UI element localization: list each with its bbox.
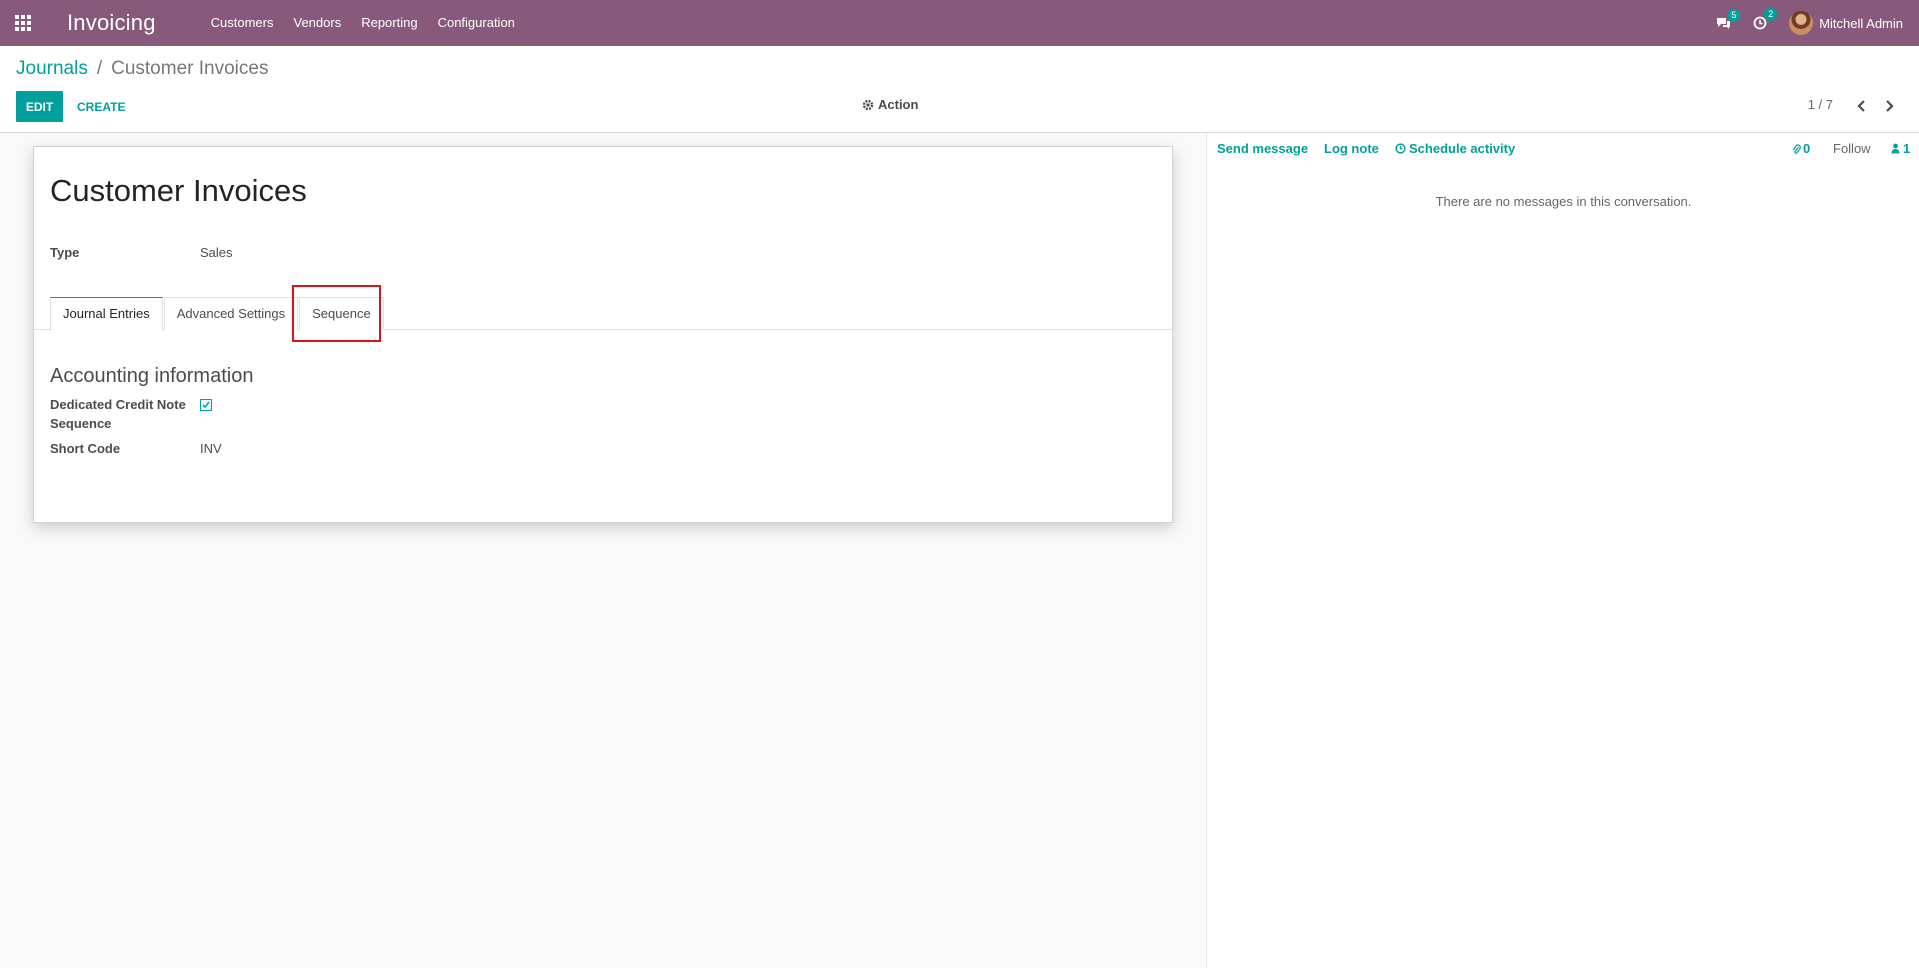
menu-item-customers[interactable]: Customers bbox=[201, 0, 284, 46]
tab-journal-entries[interactable]: Journal Entries bbox=[50, 297, 163, 331]
credit-note-label: Dedicated Credit Note Sequence bbox=[50, 397, 186, 431]
paperclip-icon bbox=[1792, 143, 1801, 154]
gear-icon bbox=[862, 99, 874, 110]
form-view-background: Customer Invoices Type Sales Journal Ent… bbox=[0, 133, 1206, 968]
activities-count-badge: 2 bbox=[1764, 8, 1778, 21]
activity-menu[interactable]: 2 bbox=[1753, 8, 1778, 30]
tab-sequence[interactable]: Sequence bbox=[299, 297, 384, 330]
short-code-value: INV bbox=[200, 441, 222, 456]
record-title: Customer Invoices bbox=[50, 173, 307, 208]
checkmark-icon bbox=[202, 401, 210, 409]
breadcrumb: Journals / Customer Invoices bbox=[16, 58, 268, 80]
pager-previous-button[interactable] bbox=[1852, 94, 1872, 118]
clock-icon bbox=[1395, 143, 1406, 154]
user-avatar[interactable] bbox=[1789, 11, 1814, 35]
credit-note-label-line1: Dedicated Credit Note bbox=[50, 397, 186, 412]
menu-item-configuration[interactable]: Configuration bbox=[428, 0, 525, 46]
type-value: Sales bbox=[200, 245, 233, 260]
apps-menu-icon[interactable] bbox=[0, 0, 46, 46]
schedule-activity-label: Schedule activity bbox=[1409, 141, 1516, 156]
messages-count-badge: 5 bbox=[1727, 8, 1741, 22]
action-label: Action bbox=[878, 97, 919, 112]
followers-button[interactable]: 1 bbox=[1891, 141, 1910, 156]
chevron-right-icon bbox=[1886, 100, 1894, 112]
attachments-button[interactable]: 0 bbox=[1792, 141, 1810, 156]
send-message-button[interactable]: Send message bbox=[1217, 141, 1308, 156]
action-dropdown[interactable]: Action bbox=[862, 97, 918, 112]
top-navbar: Invoicing Customers Vendors Reporting Co… bbox=[0, 0, 1919, 46]
breadcrumb-journals-link[interactable]: Journals bbox=[16, 58, 88, 80]
credit-note-label-line2: Sequence bbox=[50, 416, 112, 431]
notebook-tabs: Journal Entries Advanced Settings Sequen… bbox=[50, 297, 385, 331]
attachments-count: 0 bbox=[1803, 141, 1811, 156]
follow-button[interactable]: Follow bbox=[1833, 141, 1871, 156]
schedule-activity-button[interactable]: Schedule activity bbox=[1395, 141, 1515, 156]
main-menu: Customers Vendors Reporting Configuratio… bbox=[201, 0, 525, 46]
chatter-panel: Send message Log note Schedule activity … bbox=[1206, 133, 1919, 968]
form-sheet: Customer Invoices Type Sales Journal Ent… bbox=[33, 146, 1173, 523]
breadcrumb-separator: / bbox=[96, 58, 103, 79]
systray: 5 2 Mitchell Admin bbox=[1716, 0, 1919, 46]
breadcrumb-current: Customer Invoices bbox=[111, 58, 269, 79]
credit-note-checkbox[interactable] bbox=[200, 399, 212, 411]
section-title: Accounting information bbox=[50, 365, 254, 387]
log-note-button[interactable]: Log note bbox=[1324, 141, 1379, 156]
menu-item-vendors[interactable]: Vendors bbox=[284, 0, 352, 46]
pager-value[interactable]: 1 / 7 bbox=[1808, 97, 1833, 112]
short-code-label: Short Code bbox=[50, 441, 121, 456]
followers-count: 1 bbox=[1903, 141, 1911, 156]
pager-next-button[interactable] bbox=[1879, 94, 1899, 118]
user-menu-name[interactable]: Mitchell Admin bbox=[1819, 16, 1903, 31]
chevron-left-icon bbox=[1857, 100, 1865, 112]
menu-item-reporting[interactable]: Reporting bbox=[351, 0, 427, 46]
user-icon bbox=[1891, 143, 1900, 154]
tab-advanced-settings[interactable]: Advanced Settings bbox=[163, 297, 299, 330]
type-label: Type bbox=[50, 245, 80, 260]
messaging-menu[interactable]: 5 bbox=[1716, 8, 1741, 30]
edit-button[interactable]: EDIT bbox=[16, 91, 63, 122]
create-button[interactable]: CREATE bbox=[69, 91, 133, 122]
no-messages-text: There are no messages in this conversati… bbox=[1435, 194, 1692, 209]
app-brand[interactable]: Invoicing bbox=[67, 10, 156, 36]
